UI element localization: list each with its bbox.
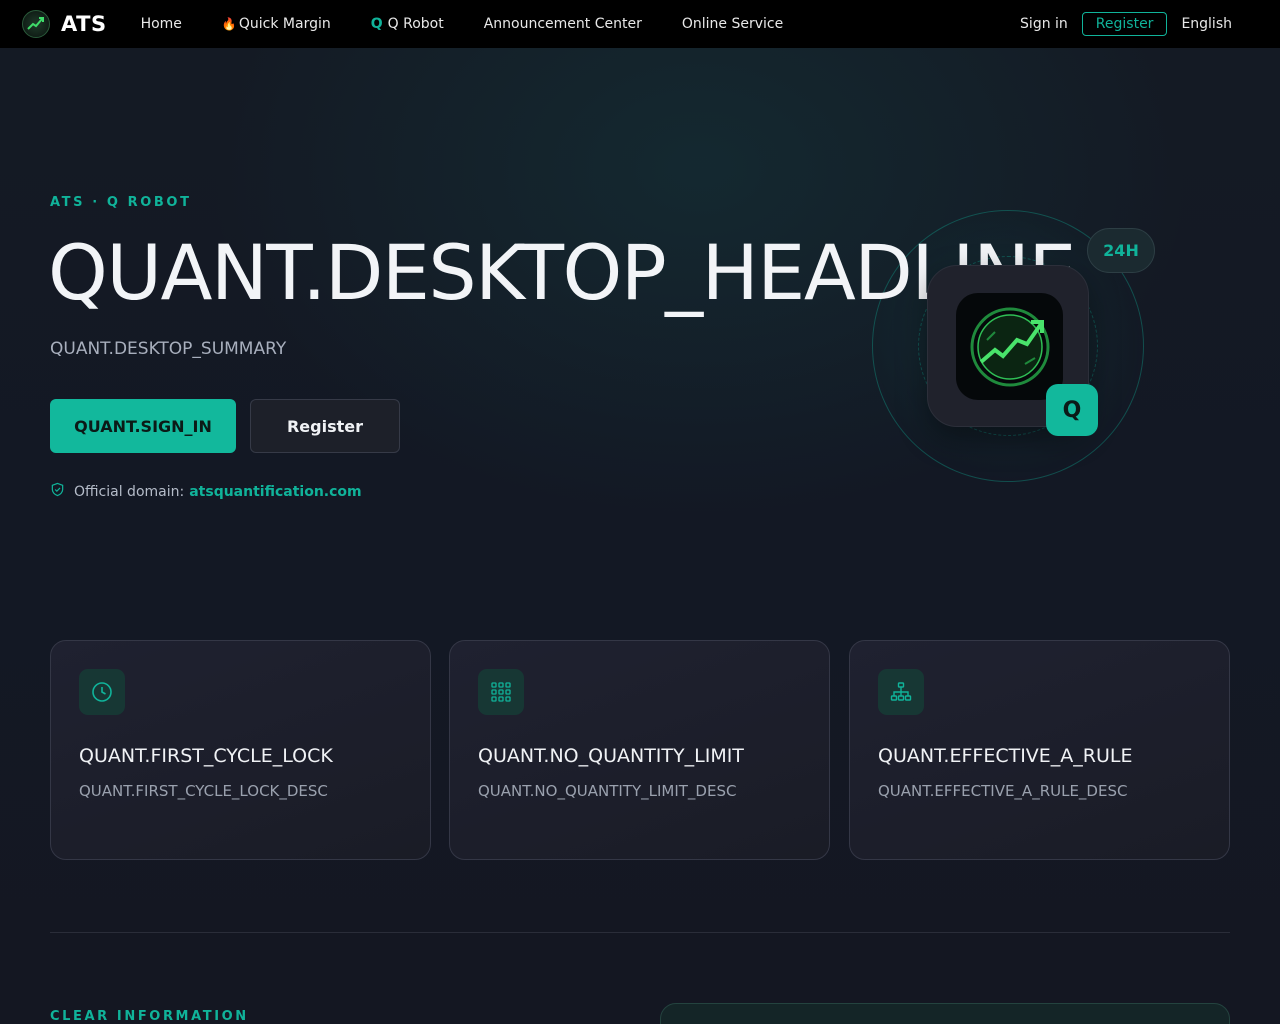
card-title: QUANT.FIRST_CYCLE_LOCK [79,745,333,767]
language-selector[interactable]: English [1181,16,1232,32]
section-eyebrow: CLEAR INFORMATION [50,1009,249,1024]
nav-announcement-center[interactable]: Announcement Center [484,16,642,32]
official-domain: Official domain: atsquantification.com [50,482,362,501]
nav-online-service[interactable]: Online Service [682,16,783,32]
hero-summary: QUANT.DESKTOP_SUMMARY [50,339,287,359]
card-description: QUANT.FIRST_CYCLE_LOCK_DESC [79,782,328,800]
q-robot-icon: Q [370,16,383,32]
top-navbar: ATS Home 🔥 Quick Margin QQ Robot Announce… [0,0,1280,48]
nav-announcement-label: Announcement Center [483,16,642,32]
feature-card-no-quantity-limit: QUANT.NO_QUANTITY_LIMIT QUANT.NO_QUANTIT… [449,640,830,860]
nav-right: Sign in Register English [1020,12,1232,36]
ats-app-icon [956,293,1063,400]
nav-register-button[interactable]: Register [1081,12,1168,36]
nav-signin-link[interactable]: Sign in [1020,16,1068,32]
card-description: QUANT.EFFECTIVE_A_RULE_DESC [878,782,1128,800]
feature-card-effective-a-rule: QUANT.EFFECTIVE_A_RULE QUANT.EFFECTIVE_A… [849,640,1230,860]
nav-home-label: Home [140,16,182,32]
nav-links: Home 🔥 Quick Margin QQ Robot Announcement… [141,16,824,32]
brand[interactable]: ATS [22,10,107,38]
fire-icon: 🔥 [221,17,237,31]
card-description: QUANT.NO_QUANTITY_LIMIT_DESC [478,782,737,800]
hero-headline: QUANT.DESKTOP_HEADLINE [48,228,1076,317]
hero-eyebrow: ATS · Q ROBOT [50,195,192,210]
24h-badge: 24H [1087,228,1155,273]
hierarchy-icon [878,669,924,715]
nav-q-robot[interactable]: QQ Robot [371,16,444,32]
shield-icon [50,482,65,501]
grid-icon [478,669,524,715]
register-button[interactable]: Register [250,399,400,453]
feature-card-first-cycle-lock: QUANT.FIRST_CYCLE_LOCK QUANT.FIRST_CYCLE… [50,640,431,860]
domain-label: Official domain: [74,483,185,500]
card-title: QUANT.EFFECTIVE_A_RULE [878,745,1133,767]
nav-home[interactable]: Home [141,16,182,32]
domain-link[interactable]: atsquantification.com [189,484,361,500]
section-divider [50,932,1230,933]
info-panel [660,1003,1230,1024]
page-background [0,48,1280,1024]
clock-icon [79,669,125,715]
sign-in-button[interactable]: QUANT.SIGN_IN [50,399,236,453]
card-title: QUANT.NO_QUANTITY_LIMIT [478,745,744,767]
brand-name: ATS [61,12,107,36]
nav-quick-margin[interactable]: 🔥 Quick Margin [222,16,331,32]
q-robot-badge: Q [1046,384,1098,436]
nav-q-robot-label: Q Robot [387,16,444,32]
nav-quick-margin-label: Quick Margin [238,16,331,32]
nav-online-service-label: Online Service [681,16,784,32]
ats-logo-icon [22,10,50,38]
